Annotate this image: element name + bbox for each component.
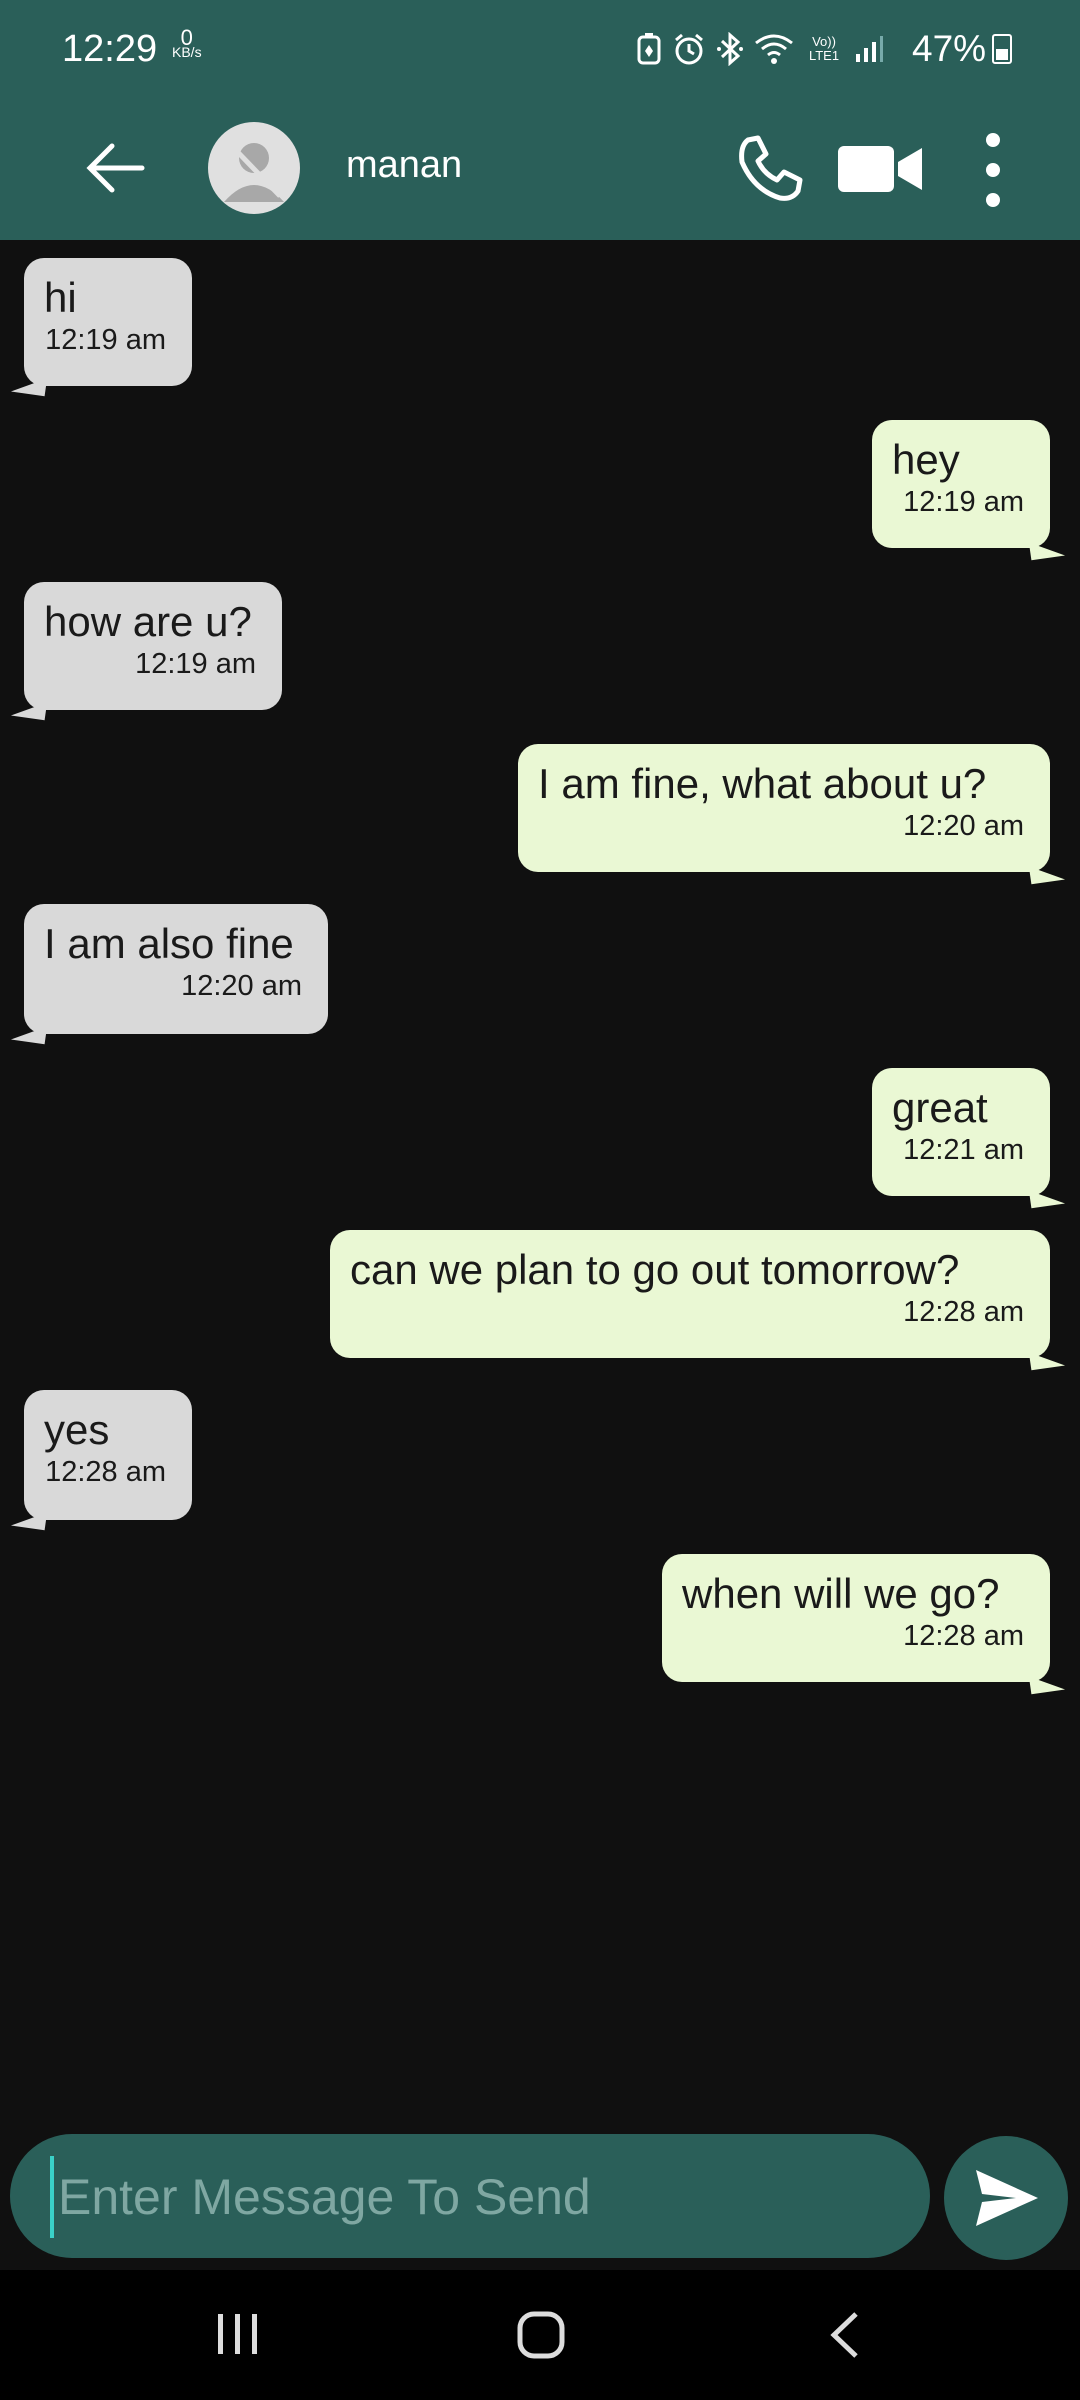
message-time: 12:19 am	[45, 324, 166, 356]
battery-indicator: 47%	[912, 28, 1013, 70]
message-input[interactable]	[50, 2156, 900, 2238]
data-speed-unit: KB/s	[172, 44, 202, 60]
message-time: 12:28 am	[903, 1296, 1024, 1328]
recent-apps-icon[interactable]	[214, 2312, 262, 2356]
message-bubble-outgoing[interactable]: can we plan to go out tomorrow? 12:28 am	[330, 1230, 1050, 1358]
message-time: 12:28 am	[45, 1456, 166, 1488]
back-arrow-icon[interactable]	[80, 132, 152, 204]
message-bubble-incoming[interactable]: how are u? 12:19 am	[24, 582, 282, 710]
phone-icon[interactable]	[734, 134, 804, 204]
video-camera-icon[interactable]	[838, 142, 924, 196]
message-composer	[10, 2134, 930, 2258]
message-time: 12:28 am	[903, 1620, 1024, 1652]
home-icon[interactable]	[516, 2310, 566, 2360]
message-text: hi	[44, 274, 77, 321]
status-time: 12:29	[62, 28, 158, 70]
status-icons: Vo)) LTE1	[636, 32, 884, 66]
send-icon	[976, 2170, 1038, 2226]
more-vert-icon[interactable]	[976, 128, 1010, 212]
message-list[interactable]: hi 12:19 am hey 12:19 am how are u? 12:1…	[0, 240, 1080, 2120]
chat-header: manan	[0, 110, 1080, 240]
message-text: yes	[44, 1406, 110, 1453]
alarm-icon	[675, 33, 703, 65]
battery-icon	[992, 34, 1013, 64]
back-icon[interactable]	[826, 2310, 862, 2360]
system-nav-bar	[0, 2270, 1080, 2400]
message-text: hey	[892, 436, 960, 483]
avatar[interactable]	[208, 122, 300, 214]
contact-name[interactable]: manan	[346, 144, 462, 187]
data-speed-value: 0	[180, 25, 193, 50]
message-bubble-incoming[interactable]: I am also fine 12:20 am	[24, 904, 328, 1034]
message-text: I am fine, what about u?	[538, 760, 987, 807]
message-bubble-incoming[interactable]: hi 12:19 am	[24, 258, 192, 386]
volte-icon: Vo)) LTE1	[808, 34, 840, 63]
message-bubble-outgoing[interactable]: great 12:21 am	[872, 1068, 1050, 1196]
battery-saver-icon	[637, 33, 661, 65]
message-time: 12:21 am	[903, 1134, 1024, 1166]
message-text: can we plan to go out tomorrow?	[350, 1246, 960, 1293]
message-time: 12:20 am	[181, 970, 302, 1002]
bluetooth-icon	[717, 32, 743, 66]
battery-percent: 47%	[912, 28, 987, 69]
message-bubble-incoming[interactable]: yes 12:28 am	[24, 1390, 192, 1520]
signal-icon	[856, 36, 883, 62]
message-time: 12:19 am	[903, 486, 1024, 518]
avatar-icon	[224, 140, 284, 202]
message-bubble-outgoing[interactable]: I am fine, what about u? 12:20 am	[518, 744, 1050, 872]
wifi-icon	[755, 34, 793, 64]
message-time: 12:19 am	[135, 648, 256, 680]
message-text: great	[892, 1084, 988, 1131]
message-text: how are u?	[44, 598, 252, 645]
message-bubble-outgoing[interactable]: hey 12:19 am	[872, 420, 1050, 548]
message-bubble-outgoing[interactable]: when will we go? 12:28 am	[662, 1554, 1050, 1682]
status-bar: 12:29 0 KB/s Vo)) LTE1 47%	[0, 0, 1080, 110]
message-time: 12:20 am	[903, 810, 1024, 842]
message-text: I am also fine	[44, 920, 294, 967]
data-speed-indicator: 0 KB/s	[172, 25, 202, 60]
send-button[interactable]	[944, 2136, 1068, 2260]
message-text: when will we go?	[682, 1570, 1000, 1617]
